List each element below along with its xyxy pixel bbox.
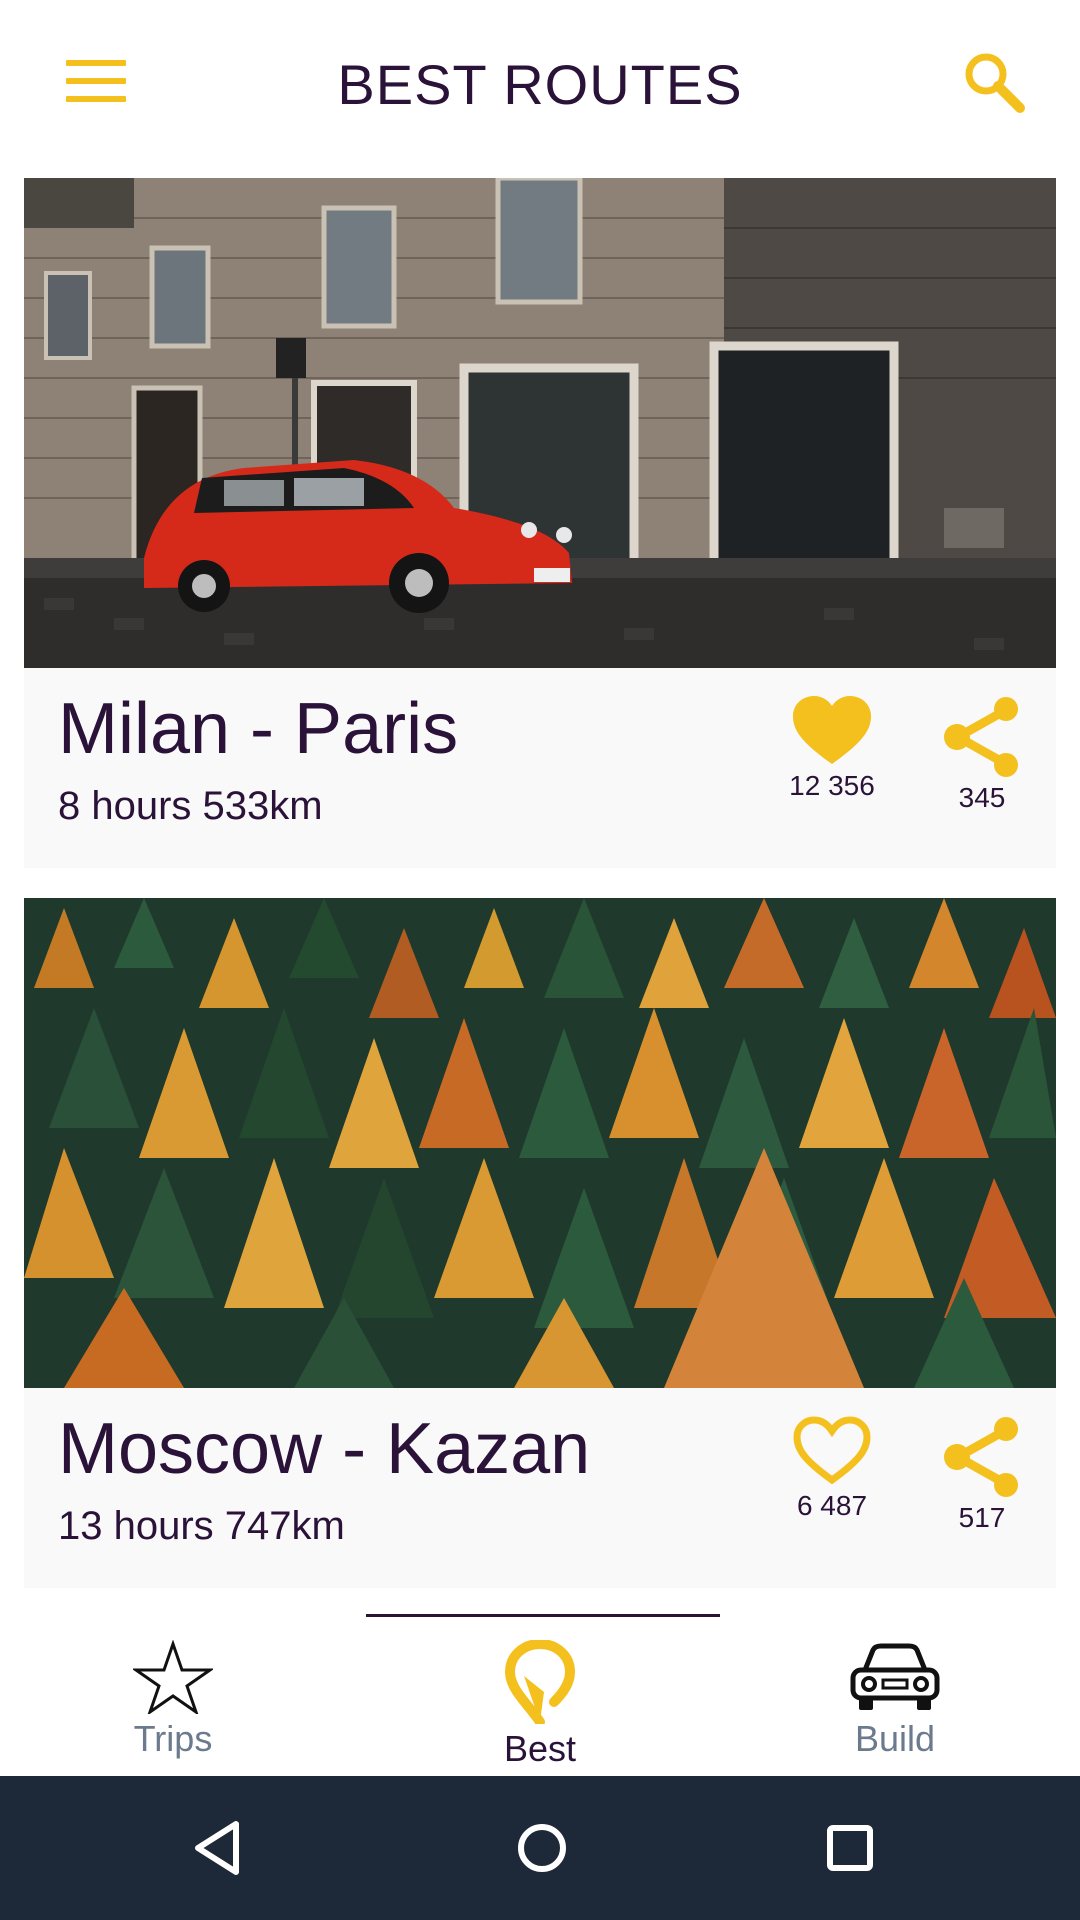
share-button[interactable]: 517 xyxy=(922,1416,1042,1534)
search-button[interactable] xyxy=(960,48,1028,116)
heart-filled-icon xyxy=(793,696,871,764)
route-details: 13 hours 747km xyxy=(58,1504,345,1548)
like-count: 6 487 xyxy=(796,1490,868,1521)
active-tab-indicator xyxy=(366,1614,720,1617)
back-button[interactable] xyxy=(186,1816,250,1880)
route-photo[interactable] xyxy=(24,178,1056,668)
tab-build[interactable]: Build xyxy=(795,1640,995,1760)
back-triangle-icon xyxy=(195,1821,239,1875)
recent-apps-square-icon xyxy=(827,1825,873,1871)
share-icon xyxy=(944,697,1018,777)
route-photo[interactable] xyxy=(24,898,1056,1388)
tab-best[interactable]: Best xyxy=(440,1640,640,1770)
tab-trips-label: Trips xyxy=(133,1718,213,1759)
home-button[interactable] xyxy=(510,1816,574,1880)
page-title: BEST ROUTES xyxy=(337,53,743,116)
route-title: Moscow - Kazan xyxy=(58,1409,591,1489)
route-details: 8 hours 533km xyxy=(58,784,323,828)
heart-outline-icon xyxy=(793,1416,871,1485)
recent-apps-button[interactable] xyxy=(818,1816,882,1880)
tab-build-label: Build xyxy=(854,1718,936,1759)
search-icon xyxy=(965,53,1025,113)
app-header: BEST ROUTES xyxy=(0,0,1080,170)
share-button[interactable]: 345 xyxy=(922,696,1042,814)
share-icon xyxy=(944,1417,1018,1497)
route-card[interactable]: Moscow - Kazan 13 hours 747km 6 487 517 xyxy=(24,898,1056,1588)
tab-best-label: Best xyxy=(503,1728,577,1769)
like-button[interactable]: 6 487 xyxy=(772,1416,892,1522)
like-button[interactable]: 12 356 xyxy=(772,696,892,802)
tab-trips[interactable]: Trips xyxy=(73,1640,273,1760)
like-count: 12 356 xyxy=(789,770,875,801)
share-count: 345 xyxy=(958,782,1006,813)
route-card[interactable]: Milan - Paris 8 hours 533km 12 356 345 xyxy=(24,178,1056,868)
route-pin-icon xyxy=(504,1640,576,1724)
star-icon xyxy=(133,1640,213,1714)
share-count: 517 xyxy=(958,1502,1006,1533)
system-navigation-bar xyxy=(0,1776,1080,1920)
home-circle-icon xyxy=(518,1824,566,1872)
bottom-navigation: Trips Best Build xyxy=(0,1600,1080,1776)
car-icon xyxy=(850,1643,940,1710)
route-title: Milan - Paris xyxy=(58,689,459,769)
